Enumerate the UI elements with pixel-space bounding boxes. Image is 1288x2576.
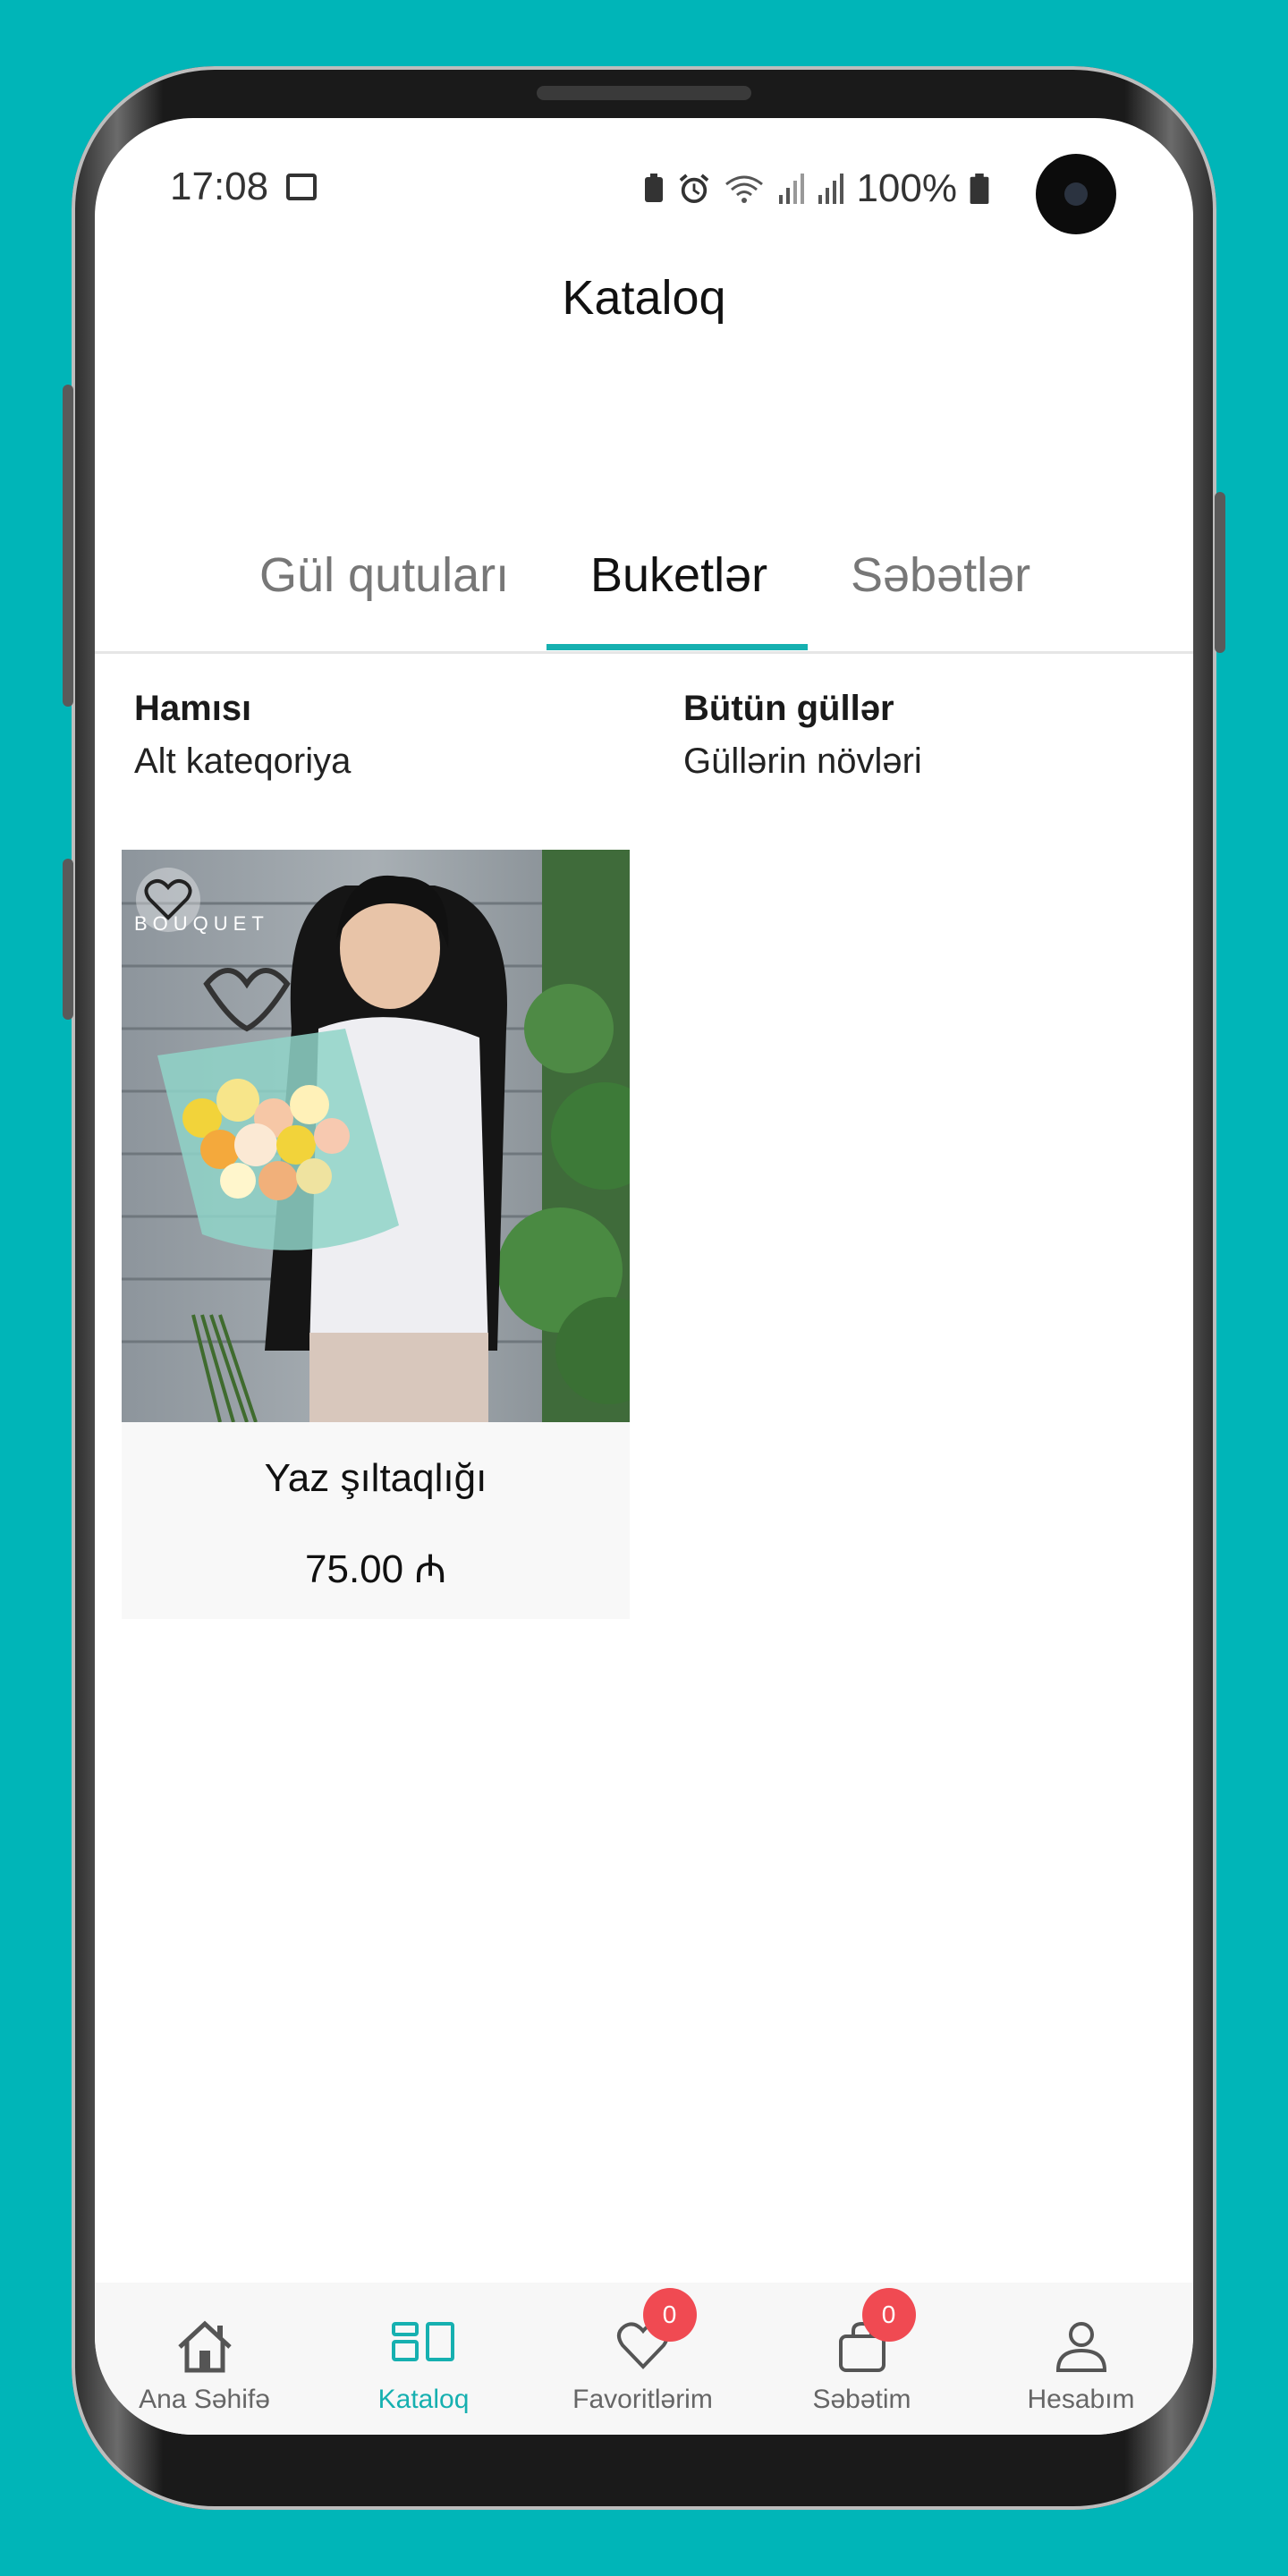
status-icons: 100%	[643, 166, 989, 211]
product-photo[interactable]: BOUQUET	[122, 850, 630, 1422]
active-tab-indicator	[547, 644, 808, 650]
home-icon	[177, 2320, 232, 2373]
nav-home-label: Ana Səhifə	[139, 2385, 270, 2414]
rose-type-filter-value: Bütün güllər	[683, 689, 894, 728]
product-price: 75.00 ₼	[305, 1547, 446, 1591]
bottom-navigation: Ana Səhifə Kataloq 0 Favoritlərim 0 Səbə…	[95, 2283, 1193, 2435]
status-time: 17:08	[170, 165, 269, 208]
nav-cart[interactable]: 0 Səbətim	[752, 2283, 971, 2435]
category-tabs: Gül qutuları Buketlər Səbətlər	[95, 530, 1193, 654]
catalog-icon	[391, 2322, 454, 2361]
tab-baskets[interactable]: Səbətlər	[851, 547, 1030, 603]
nav-account[interactable]: Hesabım	[971, 2283, 1191, 2435]
nav-favorites[interactable]: 0 Favoritlərim	[533, 2283, 752, 2435]
bixby-button	[63, 859, 73, 1020]
wifi-icon	[725, 175, 764, 203]
nav-cart-label: Səbətim	[812, 2385, 911, 2414]
page-title: Kataloq	[562, 271, 726, 325]
nav-catalog-label: Kataloq	[377, 2385, 470, 2414]
product-name[interactable]: Yaz şıltaqlığı	[122, 1456, 630, 1501]
battery-percentage: 100%	[856, 166, 957, 210]
alarm-icon	[680, 174, 709, 204]
user-icon	[1055, 2322, 1106, 2372]
subcategory-filter[interactable]: Hamısı Alt kateqoriya	[134, 689, 351, 782]
image-notification-icon	[286, 174, 317, 200]
earpiece-speaker	[537, 86, 751, 100]
subcategory-filter-label: Alt kateqoriya	[134, 741, 352, 781]
battery-icon	[970, 174, 989, 204]
product-card[interactable]: BOUQUET Yaz şıltaqlığı 75.00 ₼	[122, 850, 630, 1619]
nav-favorites-label: Favoritlərim	[572, 2385, 713, 2414]
front-camera	[1036, 154, 1116, 234]
signal-icon-2	[818, 174, 844, 204]
rose-type-filter-label: Güllərin növləri	[683, 741, 922, 781]
brand-watermark: BOUQUET	[134, 912, 269, 935]
volume-button	[63, 385, 73, 707]
tab-bouquets[interactable]: Buketlər	[590, 547, 767, 603]
nav-home[interactable]: Ana Səhifə	[95, 2283, 314, 2435]
rose-type-filter[interactable]: Bütün güllər Güllərin növləri	[683, 689, 922, 782]
battery-saver-icon	[645, 174, 664, 202]
bouquet-photo-illustration	[122, 850, 630, 1422]
signal-icon-1	[779, 174, 805, 204]
nav-catalog[interactable]: Kataloq	[314, 2283, 533, 2435]
cart-count-badge: 0	[861, 2288, 916, 2342]
nav-account-label: Hesabım	[1027, 2385, 1135, 2414]
status-bar: 17:08 100%	[95, 118, 1193, 261]
favorites-count-badge: 0	[642, 2288, 697, 2342]
subcategory-filter-value: Hamısı	[134, 689, 252, 728]
app-screen: 17:08 100% Kataloq Gül qutuları Buketlər…	[95, 118, 1193, 2435]
power-button	[1215, 492, 1225, 653]
tab-flower-boxes[interactable]: Gül qutuları	[259, 547, 509, 603]
